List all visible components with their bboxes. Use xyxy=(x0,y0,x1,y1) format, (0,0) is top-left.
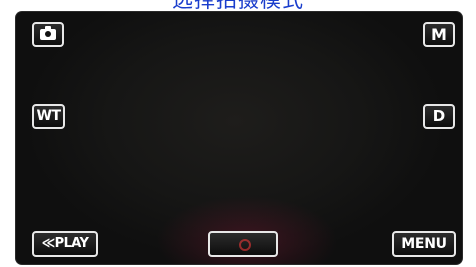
camera-touch-screen: 选择拍摄模式 WT M D ≪PLAY MENU xyxy=(0,0,476,267)
record-button[interactable] xyxy=(208,231,278,257)
lcd-display: WT M D ≪PLAY MENU xyxy=(15,11,463,265)
manual-mode-button[interactable]: M xyxy=(423,22,455,47)
display-button[interactable]: D xyxy=(423,104,455,129)
playback-button[interactable]: ≪PLAY xyxy=(32,231,98,257)
recording-mode-button[interactable] xyxy=(32,22,64,47)
camera-icon xyxy=(40,26,56,40)
menu-button[interactable]: MENU xyxy=(392,231,456,257)
record-icon xyxy=(239,239,251,251)
zoom-wt-button[interactable]: WT xyxy=(32,104,65,129)
